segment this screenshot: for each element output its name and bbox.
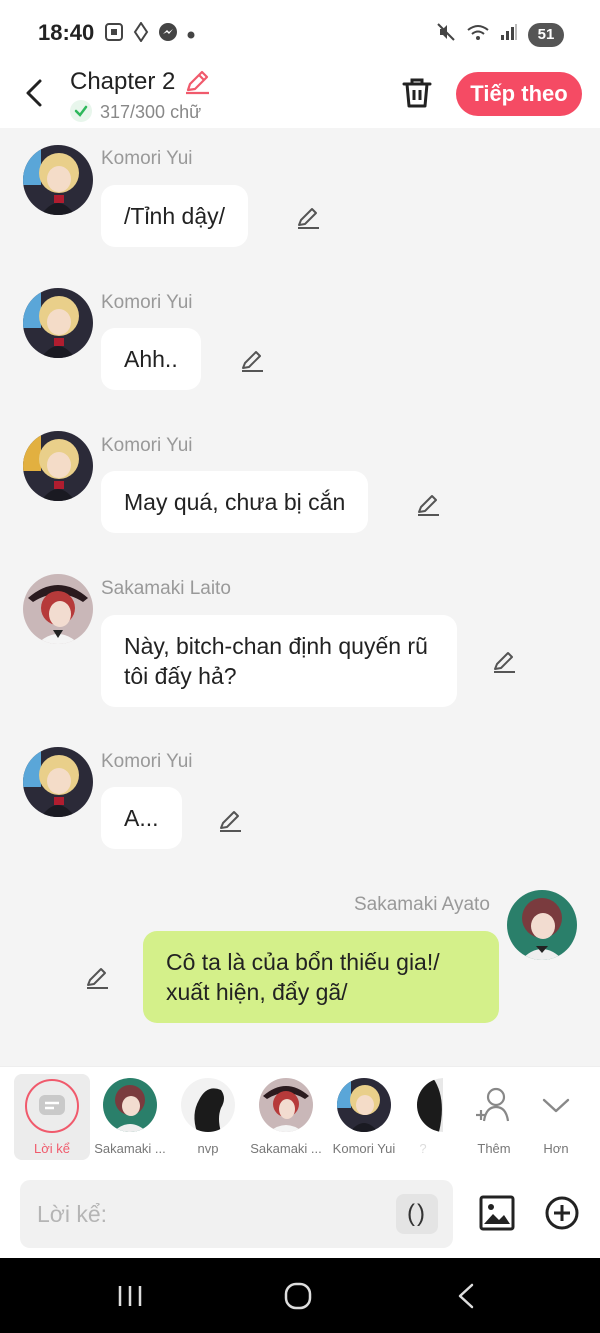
- parentheses-button[interactable]: (): [396, 1194, 438, 1234]
- back-icon: [458, 1283, 474, 1309]
- pencil-icon[interactable]: [239, 348, 265, 374]
- status-time: 18:40: [38, 20, 95, 45]
- image-icon: [479, 1195, 515, 1231]
- message-bubble[interactable]: /Tỉnh dậy/: [101, 185, 248, 247]
- home-button[interactable]: [278, 1280, 318, 1312]
- trash-icon: [402, 78, 432, 108]
- character-avatar: [259, 1078, 313, 1132]
- avatar-sakamaki-ayato[interactable]: [507, 890, 577, 960]
- message-bubble[interactable]: Này, bitch-chan định quyến rũ tôi đấy hả…: [101, 615, 457, 707]
- character-option[interactable]: ?: [403, 1075, 443, 1156]
- character-option[interactable]: nvp: [169, 1075, 247, 1156]
- status-bar: 18:40 51: [0, 0, 600, 62]
- pencil-icon: [186, 70, 209, 95]
- character-option[interactable]: Sakamaki ...: [247, 1075, 325, 1156]
- home-icon: [284, 1282, 312, 1310]
- pencil-icon[interactable]: [295, 205, 321, 231]
- pencil-icon[interactable]: [415, 492, 441, 518]
- chapter-title: Chapter 2: [70, 68, 176, 95]
- narrator-label: Lời kể: [34, 1141, 70, 1156]
- message-sender: Komori Yui: [101, 435, 193, 456]
- character-name: Komori Yui: [332, 1141, 396, 1156]
- system-back-button[interactable]: [446, 1280, 486, 1312]
- more-label: Hơn: [543, 1141, 569, 1156]
- pencil-icon[interactable]: [217, 808, 243, 834]
- message-bubble[interactable]: Ahh..: [101, 328, 201, 390]
- character-name: Sakamaki ...: [94, 1141, 166, 1156]
- back-button[interactable]: [20, 76, 50, 110]
- narration-input[interactable]: [20, 1180, 453, 1248]
- character-option[interactable]: Komori Yui: [325, 1075, 403, 1156]
- back-arrow-icon: [26, 79, 42, 107]
- pencil-icon[interactable]: [84, 965, 110, 991]
- message-sender: Komori Yui: [101, 751, 193, 772]
- avatar-sakamaki-laito[interactable]: [23, 574, 93, 644]
- recent-apps-button[interactable]: [110, 1280, 150, 1312]
- recent-apps-icon: [118, 1286, 142, 1306]
- message-bubble[interactable]: A...: [101, 787, 182, 849]
- edit-title-button[interactable]: [183, 68, 211, 96]
- word-count: 317/300 chữ: [100, 102, 202, 122]
- plus-circle-icon: [545, 1196, 579, 1230]
- character-avatar: [181, 1078, 235, 1132]
- chevron-down-icon: [529, 1078, 583, 1132]
- message-sender: Komori Yui: [101, 148, 193, 169]
- avatar-komori-yui[interactable]: [23, 288, 93, 358]
- signal-icon: [500, 23, 518, 46]
- message-bubble-self[interactable]: Cô ta là của bổn thiếu gia!/ xuất hiện, …: [143, 931, 499, 1023]
- character-avatar: [103, 1078, 157, 1132]
- check-icon: [70, 100, 92, 122]
- character-name: Sakamaki ...: [250, 1141, 322, 1156]
- battery-indicator: 51: [528, 22, 564, 47]
- character-name: nvp: [197, 1141, 219, 1156]
- location-icon: [133, 21, 149, 47]
- character-selector: Lời kể Sakamaki ... nvp Sakamaki ... Kom…: [0, 1066, 600, 1170]
- add-content-button[interactable]: [543, 1194, 581, 1232]
- character-option[interactable]: Sakamaki ...: [91, 1075, 169, 1156]
- notification-dot-icon: [187, 26, 195, 44]
- delete-button[interactable]: [401, 76, 433, 110]
- message-bubble[interactable]: May quá, chưa bị cắn: [101, 471, 369, 533]
- wifi-icon: [466, 22, 490, 47]
- chapter-header: Chapter 2 317/300 chữ Tiếp theo: [0, 62, 600, 128]
- character-avatar: [417, 1078, 443, 1132]
- add-person-icon: [467, 1078, 521, 1132]
- narrator-option[interactable]: Lời kể: [14, 1074, 90, 1160]
- avatar-komori-yui[interactable]: [23, 145, 93, 215]
- screenshot-icon: [104, 22, 124, 47]
- system-nav-bar: [0, 1258, 600, 1333]
- compose-bar: (): [0, 1170, 600, 1258]
- avatar-komori-yui[interactable]: [23, 747, 93, 817]
- message-sender: Sakamaki Ayato: [354, 894, 490, 915]
- pencil-icon[interactable]: [491, 649, 517, 675]
- message-sender: Komori Yui: [101, 292, 193, 313]
- messenger-icon: [158, 22, 178, 47]
- avatar-komori-yui[interactable]: [23, 431, 93, 501]
- mute-icon: [436, 22, 456, 47]
- narration-icon: [25, 1079, 79, 1133]
- character-name: ?: [419, 1141, 427, 1156]
- message-sender: Sakamaki Laito: [101, 578, 231, 599]
- character-avatar: [337, 1078, 391, 1132]
- more-button[interactable]: Hơn: [517, 1075, 595, 1156]
- message-list: Komori Yui /Tỉnh dậy/ Komori Yui Ahh.. K…: [0, 128, 600, 1066]
- next-button[interactable]: Tiếp theo: [456, 72, 582, 116]
- insert-image-button[interactable]: [478, 1194, 516, 1232]
